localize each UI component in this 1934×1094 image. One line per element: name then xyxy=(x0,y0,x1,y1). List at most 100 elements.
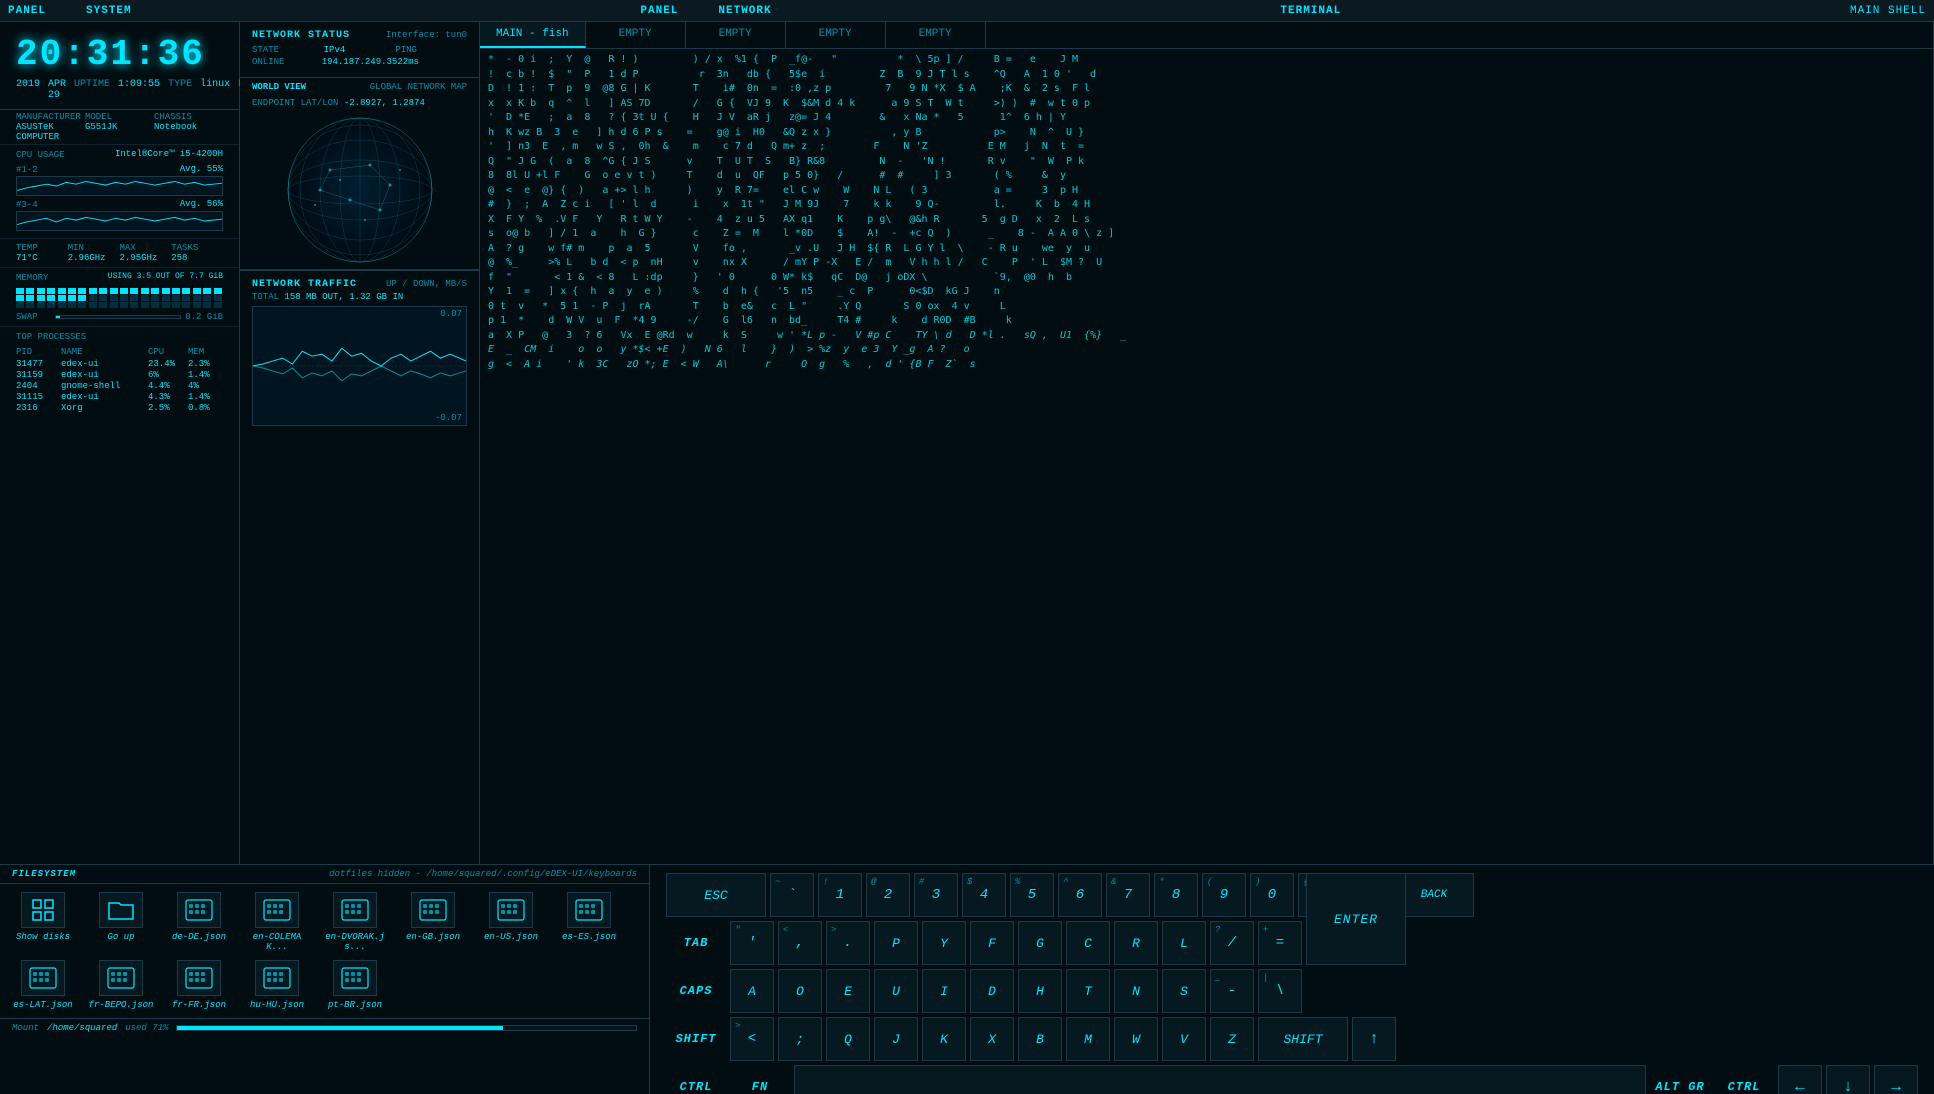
key-9[interactable]: ( 9 xyxy=(1202,873,1246,917)
proc-header: PID NAME CPU MEM xyxy=(16,347,223,357)
key-6[interactable]: ^ 6 xyxy=(1058,873,1102,917)
terminal-label: TERMINAL xyxy=(1280,5,1341,17)
key-3[interactable]: # 3 xyxy=(914,873,958,917)
fs-icon-img xyxy=(567,892,611,928)
arrow-up-key[interactable]: ↑ xyxy=(1352,1017,1396,1061)
arrow-down-key[interactable]: ↓ xyxy=(1826,1065,1870,1094)
key-o[interactable]: O xyxy=(778,969,822,1013)
key-0[interactable]: ) 0 xyxy=(1250,873,1294,917)
terminal-content[interactable]: * - 0 i ; Y @ R ! ) ) / x %1 { P _f@- " … xyxy=(480,49,1933,864)
key-tilde[interactable]: ~ ` xyxy=(770,873,814,917)
key-comma[interactable]: < , xyxy=(778,921,822,965)
min-label: MIN xyxy=(68,243,84,253)
fs-icon[interactable]: fr-FR.json xyxy=(164,960,234,1010)
key-i[interactable]: I xyxy=(922,969,966,1013)
esc-key[interactable]: ESC xyxy=(666,873,766,917)
key-period[interactable]: > . xyxy=(826,921,870,965)
shift-right-key[interactable]: SHIFT xyxy=(1258,1017,1348,1061)
key-s[interactable]: S xyxy=(1162,969,1206,1013)
key-b[interactable]: B xyxy=(1018,1017,1062,1061)
fs-icon[interactable]: Go up xyxy=(86,892,156,952)
caps-label[interactable]: CAPS xyxy=(666,969,726,1013)
key-f[interactable]: F xyxy=(970,921,1014,965)
traffic-min: -0.07 xyxy=(435,413,462,423)
shift-left-label[interactable]: SHIFT xyxy=(666,1017,726,1061)
key-less[interactable]: > < xyxy=(730,1017,774,1061)
ctrl-right-label[interactable]: CTRL xyxy=(1714,1065,1774,1094)
backspace-key[interactable]: BACK xyxy=(1394,873,1474,917)
fs-icon-label: es-ES.json xyxy=(562,932,616,942)
date-value: APR 29 xyxy=(48,79,66,101)
enter-key[interactable]: ENTER xyxy=(1306,873,1406,965)
tab-empty-3[interactable]: EMPTY xyxy=(786,22,886,48)
key-quote[interactable]: " ' xyxy=(730,921,774,965)
key-q[interactable]: Q xyxy=(826,1017,870,1061)
key-l[interactable]: L xyxy=(1162,921,1206,965)
tab-empty-1[interactable]: EMPTY xyxy=(586,22,686,48)
cpu-core-1: #1-2 Avg. 55% xyxy=(16,164,223,196)
fs-icon-label: de-DE.json xyxy=(172,932,226,942)
key-a[interactable]: A xyxy=(730,969,774,1013)
fs-icon[interactable]: hu-HU.json xyxy=(242,960,312,1010)
key-x[interactable]: X xyxy=(970,1017,1014,1061)
tab-empty-4[interactable]: EMPTY xyxy=(886,22,986,48)
core1-label: #1-2 xyxy=(16,165,38,175)
key-d[interactable]: D xyxy=(970,969,1014,1013)
key-t[interactable]: T xyxy=(1066,969,1110,1013)
fs-icon[interactable]: fr-BEPO.json xyxy=(86,960,156,1010)
fs-icon[interactable]: es-ES.json xyxy=(554,892,624,952)
tab-main-fish[interactable]: MAIN - fish xyxy=(480,22,586,48)
key-p[interactable]: P xyxy=(874,921,918,965)
key-m[interactable]: M xyxy=(1066,1017,1110,1061)
key-h[interactable]: H xyxy=(1018,969,1062,1013)
swap-bar xyxy=(55,315,181,319)
key-8[interactable]: * 8 xyxy=(1154,873,1198,917)
key-semicolon[interactable]: ; xyxy=(778,1017,822,1061)
traffic-sub: UP / DOWN, MB/S xyxy=(386,279,467,290)
tab-empty-2[interactable]: EMPTY xyxy=(686,22,786,48)
key-r[interactable]: R xyxy=(1114,921,1158,965)
fs-icon[interactable]: en-US.json xyxy=(476,892,546,952)
key-w[interactable]: W xyxy=(1114,1017,1158,1061)
key-slash[interactable]: ? / xyxy=(1210,921,1254,965)
key-5[interactable]: % 5 xyxy=(1010,873,1054,917)
fs-icon[interactable]: de-DE.json xyxy=(164,892,234,952)
key-u[interactable]: U xyxy=(874,969,918,1013)
fs-icon[interactable]: pt-BR.json xyxy=(320,960,390,1010)
key-dash[interactable]: _ - xyxy=(1210,969,1254,1013)
ctrl-left-label[interactable]: CTRL xyxy=(666,1065,726,1094)
key-c[interactable]: C xyxy=(1066,921,1110,965)
key-g[interactable]: G xyxy=(1018,921,1062,965)
key-k[interactable]: K xyxy=(922,1017,966,1061)
key-1[interactable]: ! 1 xyxy=(818,873,862,917)
world-view-header: WORLD VIEW GLOBAL NETWORK MAP xyxy=(240,78,479,96)
key-n[interactable]: N xyxy=(1114,969,1158,1013)
arrow-left-key[interactable]: ← xyxy=(1778,1065,1822,1094)
key-7[interactable]: & 7 xyxy=(1106,873,1150,917)
tab-label[interactable]: TAB xyxy=(666,921,726,965)
key-4[interactable]: $ 4 xyxy=(962,873,1006,917)
spacebar-key[interactable] xyxy=(794,1065,1646,1094)
fs-icon[interactable]: en-GB.json xyxy=(398,892,468,952)
arrow-right-key[interactable]: → xyxy=(1874,1065,1918,1094)
key-j[interactable]: J xyxy=(874,1017,918,1061)
fs-icon[interactable]: Show disks xyxy=(8,892,78,952)
fn-label[interactable]: FN xyxy=(730,1065,790,1094)
swap-size: 0.2 GiB xyxy=(185,312,223,322)
fs-icon[interactable]: en-COLEMAK... xyxy=(242,892,312,952)
memory-usage: USING 3.5 OUT OF 7.7 GiB xyxy=(108,272,223,281)
mount-label: Mount xyxy=(12,1023,39,1033)
key-2[interactable]: @ 2 xyxy=(866,873,910,917)
key-v[interactable]: V xyxy=(1162,1017,1206,1061)
terminal-tabs: MAIN - fish EMPTY EMPTY EMPTY EMPTY xyxy=(480,22,1933,49)
key-y[interactable]: Y xyxy=(922,921,966,965)
fs-icon[interactable]: en-DVORAK.js... xyxy=(320,892,390,952)
key-backslash[interactable]: | \ xyxy=(1258,969,1302,1013)
middle-panel: NETWORK STATUS Interface: tun0 STATE IPv… xyxy=(240,22,480,864)
key-z[interactable]: Z xyxy=(1210,1017,1254,1061)
key-e[interactable]: E xyxy=(826,969,870,1013)
alt-gr-label[interactable]: ALT GR xyxy=(1650,1065,1710,1094)
key-equals[interactable]: + = xyxy=(1258,921,1302,965)
fs-icon-label: en-DVORAK.js... xyxy=(320,932,390,952)
fs-icon[interactable]: es-LAT.json xyxy=(8,960,78,1010)
